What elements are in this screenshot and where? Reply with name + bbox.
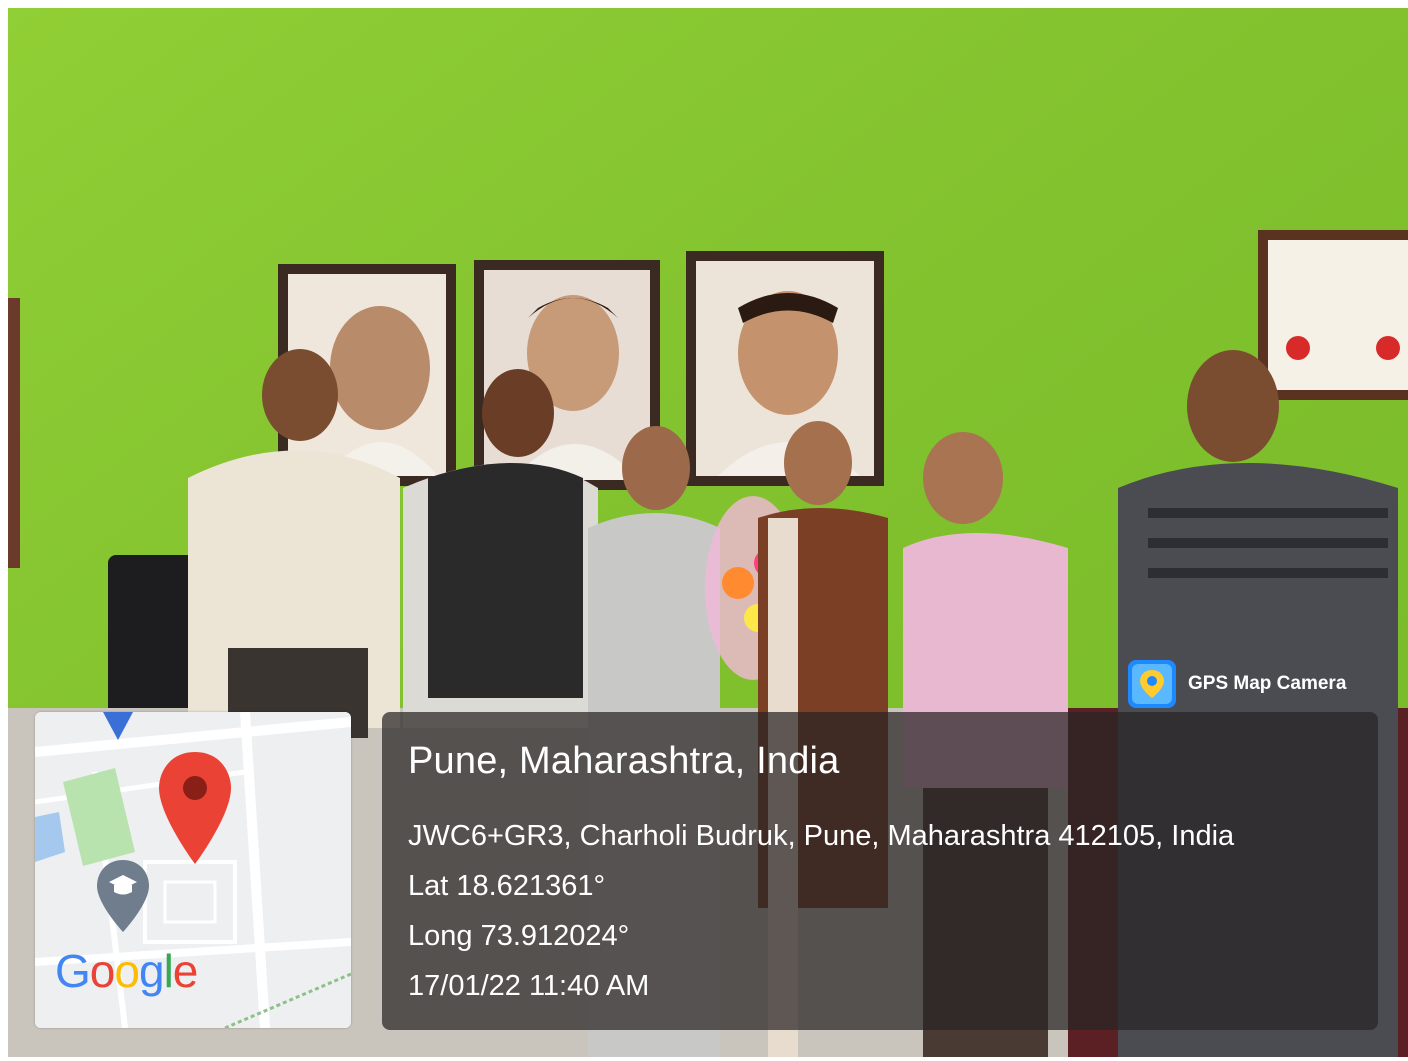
google-logo-letter: o [89,945,116,997]
map-thumbnail: Google [35,712,351,1028]
datetime-text: 17/01/22 11:40 AM [408,970,650,1002]
gps-map-camera-badge: GPS Map Camera [1128,658,1346,710]
google-logo-letter: e [172,945,199,997]
google-logo-letter: l [163,945,174,997]
location-address: JWC6+GR3, Charholi Budruk, Pune, Maharas… [408,820,1235,852]
longitude-text: Long 73.912024° [408,920,630,952]
google-logo-letter: g [138,945,165,997]
latitude-text: Lat 18.621361° [408,870,606,902]
google-logo-letter: G [55,945,91,997]
certificate-frame [1258,230,1408,400]
gps-map-camera-icon [1128,660,1176,708]
google-logo: Google [55,945,199,997]
google-logo-letter: o [114,945,140,997]
portrait-frame-3 [686,251,884,486]
location-title: Pune, Maharashtra, India [408,740,840,782]
location-stamp-panel: Pune, Maharashtra, India JWC6+GR3, Charh… [382,712,1378,1030]
gps-app-name: GPS Map Camera [1188,673,1347,694]
